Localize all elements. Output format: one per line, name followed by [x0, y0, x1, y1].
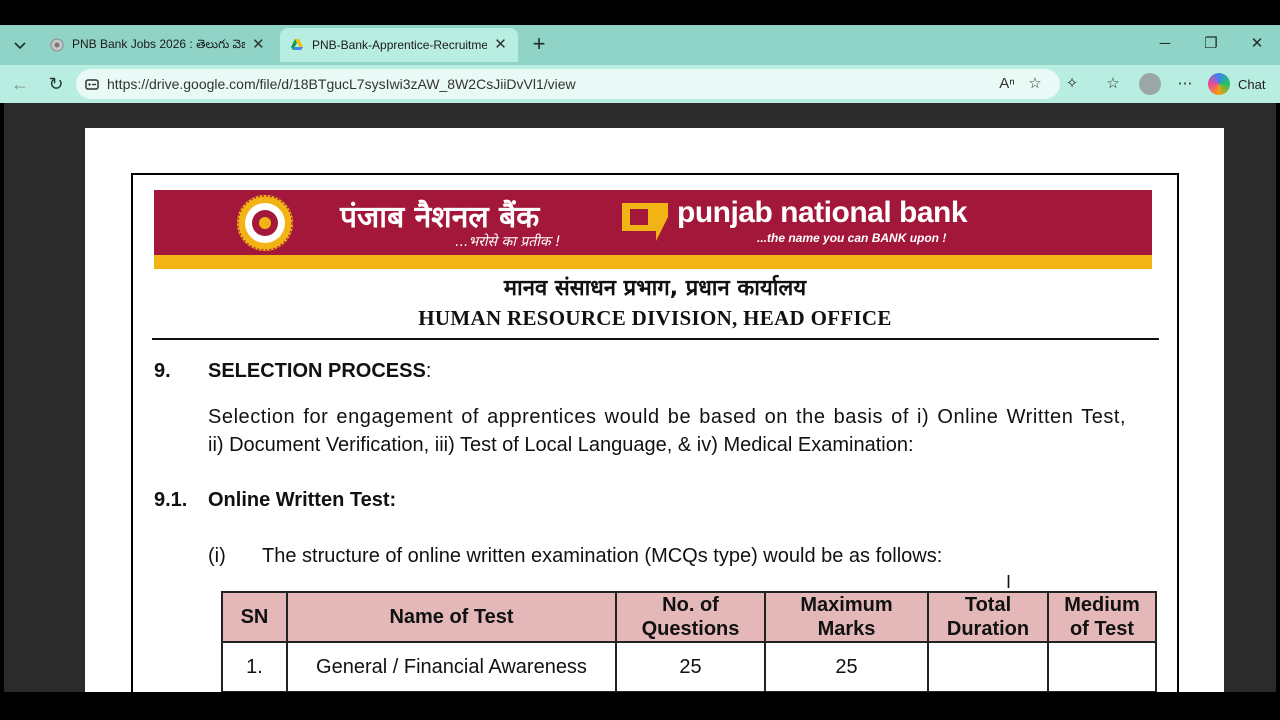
cell-name-of-test: General / Financial Awareness [286, 641, 617, 693]
cell-sn: 1. [221, 641, 288, 693]
profile-avatar[interactable] [1139, 73, 1161, 95]
tab-actions-chevron-icon[interactable] [8, 33, 32, 57]
header-sn: SN [221, 591, 288, 643]
bank-name-english: punjab national bank [677, 196, 968, 229]
tab-strip: PNB Bank Jobs 2026 : తెలుగు వెబ్ ✕ PNB-B… [0, 25, 1280, 65]
pnb-logo-icon [622, 203, 668, 241]
tab-title: PNB-Bank-Apprentice-Recruitment [312, 38, 487, 52]
favorites-icon[interactable]: ☆ [1103, 74, 1123, 94]
close-icon[interactable]: ✕ [493, 37, 508, 53]
header-divider [152, 338, 1159, 340]
new-tab-plus-icon[interactable]: + [527, 33, 551, 57]
close-window-icon[interactable]: ✕ [1242, 33, 1272, 57]
screen-top-border [0, 0, 1280, 25]
extensions-puzzle-icon[interactable]: ✧ [1062, 74, 1082, 94]
tab-title: PNB Bank Jobs 2026 : తెలుగు వెబ్ [72, 36, 245, 51]
header-no-of-questions: No. of Questions [615, 591, 766, 643]
banner-yellow-stripe [154, 255, 1152, 269]
section-number: 9. [154, 360, 171, 382]
restore-icon[interactable]: ❐ [1196, 33, 1226, 57]
browser-toolbar: ← ↻ https://drive.google.com/file/d/18BT… [0, 65, 1280, 103]
read-aloud-icon[interactable]: A͏ⁿ [998, 75, 1016, 93]
site-info-icon[interactable] [84, 76, 100, 92]
close-icon[interactable]: ✕ [251, 37, 267, 53]
selection-text-line1: Selection for engagement of apprentices … [208, 406, 1127, 428]
minimize-icon[interactable]: ─ [1150, 33, 1180, 57]
table-row: 1. General / Financial Awareness 25 25 [221, 641, 1157, 693]
address-bar[interactable]: https://drive.google.com/file/d/18BTgucL… [76, 69, 1060, 99]
bank-tagline-english: ...the name you can BANK upon ! [757, 231, 947, 245]
selection-text-line2: ii) Document Verification, iii) Test of … [208, 434, 914, 456]
tab-pnb-apprentice-pdf[interactable]: PNB-Bank-Apprentice-Recruitment ✕ [280, 28, 518, 62]
cell-maximum-marks: 25 [764, 641, 929, 693]
item-text: The structure of online written examinat… [262, 545, 943, 567]
back-arrow-icon[interactable]: ← [8, 72, 32, 96]
subsection-title: Online Written Test: [208, 489, 397, 511]
more-options-icon[interactable]: ⋯ [1175, 74, 1195, 94]
copilot-icon [1208, 73, 1230, 95]
tab-pnb-bank-jobs[interactable]: PNB Bank Jobs 2026 : తెలుగు వెబ్ ✕ [40, 28, 276, 62]
division-title-english: HUMAN RESOURCE DIVISION, HEAD OFFICE [418, 306, 892, 330]
screen-bottom-border [0, 692, 1280, 720]
url-text[interactable]: https://drive.google.com/file/d/18BTgucL… [107, 76, 576, 92]
bank-name-hindi: पंजाब नैशनल बैंक [340, 200, 540, 235]
division-title-hindi: मानव संसाधन प्रभाग, प्रधान कार्यालय [503, 276, 807, 301]
google-drive-icon [291, 39, 303, 50]
exam-structure-table: SN Name of Test No. of Questions Maximum M… [221, 591, 1157, 693]
bank-tagline-hindi: ...भरोसे का प्रतीक ! [455, 234, 561, 250]
favorite-star-icon[interactable]: ☆ [1026, 75, 1044, 93]
parivartan-emblem-icon [237, 195, 293, 251]
chat-label: Chat [1238, 76, 1266, 92]
section-heading: SELECTION PROCESS: [208, 360, 431, 383]
header-medium-of-test: Medium of Test [1047, 591, 1157, 643]
globe-icon [50, 38, 64, 52]
header-name-of-test: Name of Test [286, 591, 617, 643]
header-total-duration: Total Duration [927, 591, 1049, 643]
cell-medium-of-test [1047, 641, 1157, 693]
refresh-icon[interactable]: ↻ [44, 72, 68, 96]
cell-no-of-questions: 25 [615, 641, 766, 693]
section-title: SELECTION PROCESS [208, 360, 426, 382]
table-header-row: SN Name of Test No. of Questions Maximum M… [221, 591, 1157, 643]
section-colon: : [425, 360, 432, 382]
subsection-number: 9.1. [154, 489, 188, 511]
item-marker: (i) [208, 545, 226, 567]
copilot-chat-button[interactable]: Chat [1208, 71, 1265, 97]
text-cursor-icon: I [1006, 572, 1012, 592]
cell-total-duration [927, 641, 1049, 693]
header-maximum-marks: Maximum Marks [764, 591, 929, 643]
